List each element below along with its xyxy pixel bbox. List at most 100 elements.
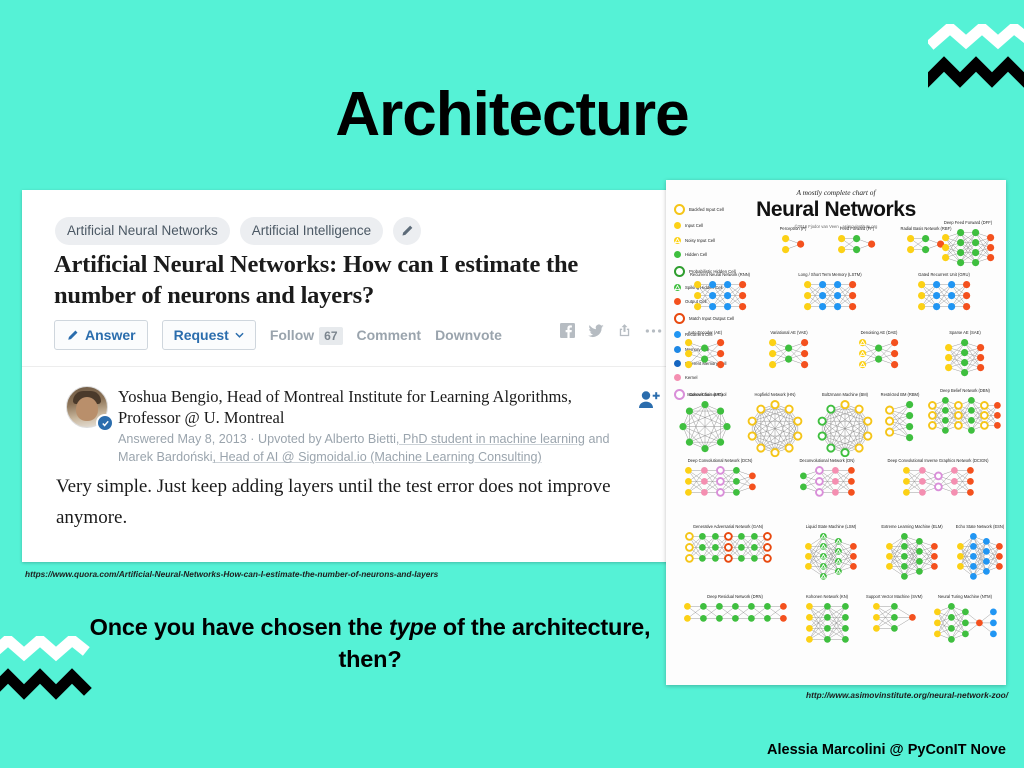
zoo-network: Hopfield Network (HN) <box>744 392 806 460</box>
zoo-network-diagram <box>680 601 790 624</box>
zoo-network-label: Echo State Network (ESN) <box>955 524 1005 529</box>
zoo-network-diagram <box>878 399 922 443</box>
zoo-network-diagram <box>674 399 736 456</box>
zoo-supertitle: A mostly complete chart of <box>796 188 876 197</box>
zoo-network-label: Hopfield Network (HN) <box>754 392 796 397</box>
zoo-network-diagram <box>674 465 766 498</box>
zoo-network: Deep Feed Forward (DFF) <box>934 220 1002 268</box>
upvoter-2-name[interactable]: Marek Bardoński <box>118 450 213 464</box>
downvote-button[interactable]: Downvote <box>435 327 502 343</box>
request-button[interactable]: Request <box>161 320 256 350</box>
zoo-network: Sparse AE (SAE) <box>934 330 996 378</box>
zoo-network-diagram <box>934 227 1002 268</box>
zoo-network: Boltzmann Machine (BM) <box>814 392 876 460</box>
zoo-network-label: Generative Adversarial Network (GAN) <box>692 524 764 529</box>
zoo-network: Deep Belief Network (DBN) <box>924 388 1006 436</box>
zoo-network-label: Sparse AE (SAE) <box>949 330 981 335</box>
zoo-network: Markov Chain (MC) <box>674 392 736 456</box>
zoo-network: Deep Residual Network (DRN) <box>680 594 790 624</box>
zoo-network-label: Deep Convolutional Inverse Graphics Netw… <box>887 458 989 463</box>
legend-item-label: Backfed Input Cell <box>689 207 724 212</box>
zoo-network-diagram <box>882 465 994 498</box>
zoo-network-diagram <box>674 531 782 564</box>
zoo-network-diagram <box>924 395 1006 436</box>
answer-body: Very simple. Just keep adding layers unt… <box>56 476 611 528</box>
answer-meta: Answered May 8, 2013 · Upvoted by Albert… <box>118 430 638 467</box>
answer-button[interactable]: Answer <box>54 320 148 350</box>
more-options-icon[interactable] <box>645 328 662 334</box>
zoo-network: Restricted BM (RBM) <box>878 392 922 443</box>
zoo-network-diagram <box>744 399 806 460</box>
zoo-network: Deconvolutional Network (DN) <box>784 458 870 498</box>
zoo-network-label: Long / Short Term Memory (LSTM) <box>798 272 862 277</box>
legend-item-label: Kernel <box>685 375 698 381</box>
divider <box>22 366 686 367</box>
zoo-network: Long / Short Term Memory (LSTM) <box>784 272 876 312</box>
zoo-network-diagram <box>764 233 822 255</box>
bottom-question-emphasis: type <box>388 614 437 640</box>
zoo-source-url: http://www.asimovinstitute.org/neural-ne… <box>806 690 1009 700</box>
zoo-network-diagram <box>758 337 820 370</box>
legend-item: Input Cell <box>674 222 766 230</box>
zoo-network: Extreme Learning Machine (ELM) <box>876 524 948 582</box>
zoo-network-diagram <box>674 279 766 312</box>
legend-swatch-triangle <box>674 236 681 244</box>
zoo-network-label: Auto Encoder (AE) <box>687 330 723 335</box>
zoo-network-diagram <box>674 337 736 370</box>
chevron-down-icon <box>235 332 244 338</box>
zoo-network: Kohonen Network (KN) <box>796 594 858 645</box>
zoo-network: Generative Adversarial Network (GAN) <box>674 524 782 564</box>
zoo-network-diagram <box>784 465 870 498</box>
zoo-network-diagram <box>826 233 888 255</box>
add-person-icon[interactable] <box>638 390 662 415</box>
topic-pill-artificial-intelligence[interactable]: Artificial Intelligence <box>239 217 384 245</box>
zoo-network-label: Liquid State Machine (LSM) <box>805 524 857 529</box>
zoo-network: Deep Convolutional Inverse Graphics Netw… <box>882 458 994 498</box>
zoo-network-label: Markov Chain (MC) <box>687 392 723 397</box>
bottom-question: Once you have chosen the type of the arc… <box>60 612 680 675</box>
follow-count: 67 <box>319 327 343 345</box>
zoo-network: Neural Turing Machine (NTM) <box>928 594 1002 645</box>
topic-pill-row: Artificial Neural Networks Artificial In… <box>55 217 422 245</box>
zoo-network-label: Variational AE (VAE) <box>770 330 808 335</box>
answer-author[interactable]: Yoshua Bengio, Head of Montreal Institut… <box>118 386 618 428</box>
upvoter-1-credential: , PhD student in machine learning <box>395 432 585 446</box>
zoo-network-label: Deep Belief Network (DBN) <box>940 388 990 393</box>
legend-item: Match Input Output Cell <box>674 312 766 324</box>
zoo-network-diagram <box>898 279 990 312</box>
zoo-network: Feed Forward (FF) <box>826 226 888 255</box>
answer-button-label: Answer <box>85 327 136 343</box>
zoo-network-diagram <box>876 531 948 582</box>
legend-item: Kernel <box>674 374 766 382</box>
facebook-icon[interactable] <box>560 323 575 338</box>
zoo-network-label: Gated Recurrent Unit (GRU) <box>918 272 970 277</box>
topic-pill-artificial-neural-networks[interactable]: Artificial Neural Networks <box>55 217 230 245</box>
footer-credit: Alessia Marcolini @ PyConIT Nove <box>767 742 1006 758</box>
twitter-icon[interactable] <box>588 323 604 338</box>
zoo-network-diagram <box>784 279 876 312</box>
zoo-network-label: Deep Feed Forward (DFF) <box>943 220 993 225</box>
zoo-network-diagram <box>792 531 870 582</box>
legend-swatch-solid <box>674 222 681 230</box>
answer-date: Answered May 8, 2013 · Upvoted by <box>118 432 325 446</box>
zoo-network-label: Feed Forward (FF) <box>839 226 875 231</box>
legend-swatch-solid <box>674 374 681 382</box>
legend-swatch-ring <box>674 312 685 324</box>
zoo-network-label: Deconvolutional Network (DN) <box>799 458 855 463</box>
legend-item-label: Input Cell <box>685 223 704 229</box>
follow-button[interactable]: Follow 67 <box>270 327 343 345</box>
zoo-network-label: Kohonen Network (KN) <box>805 594 849 599</box>
share-icon[interactable] <box>617 323 632 338</box>
legend-swatch-solid <box>674 251 681 259</box>
comment-button[interactable]: Comment <box>357 327 422 343</box>
zoo-network: Recurrent Neural Network (RNN) <box>674 272 766 312</box>
upvoter-1-name[interactable]: Alberto Bietti <box>325 432 396 446</box>
legend-item-label: Noisy Input Cell <box>685 237 716 243</box>
zoo-network: Gated Recurrent Unit (GRU) <box>898 272 990 312</box>
avatar-face <box>76 397 98 421</box>
zoo-network-label: Neural Turing Machine (NTM) <box>938 594 992 599</box>
legend-item-label: Hidden Cell <box>685 252 708 258</box>
zoo-network-label: Perceptron (P) <box>779 226 807 231</box>
zoo-network-diagram <box>814 399 876 460</box>
pencil-icon[interactable] <box>393 217 422 245</box>
